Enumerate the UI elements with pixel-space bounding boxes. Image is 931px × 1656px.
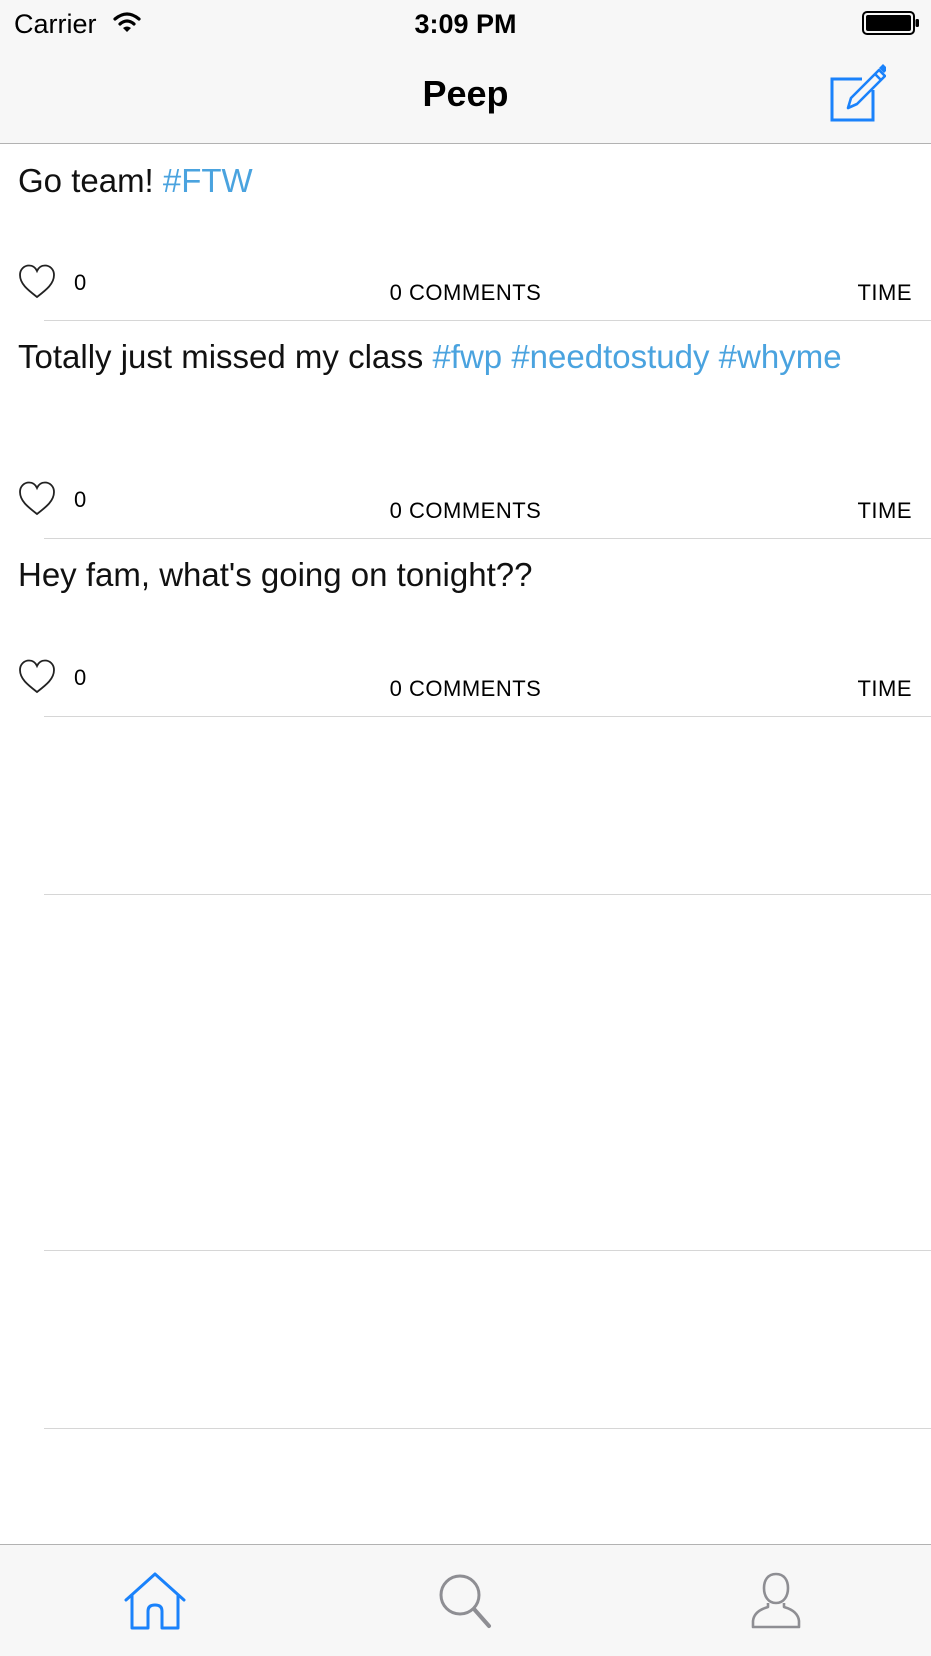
post-item[interactable]: Totally just missed my class #fwp #needt… xyxy=(0,321,931,539)
post-time: TIME xyxy=(857,676,912,701)
post-body: Hey fam, what's going on tonight?? xyxy=(18,556,533,593)
post-body: Go team! xyxy=(18,162,163,199)
compose-button[interactable] xyxy=(826,64,888,126)
empty-row xyxy=(0,895,931,1251)
peep-feed-screen: Carrier 3:09 PM Peep Go team! #FTW 0 0 C… xyxy=(0,0,931,1656)
tab-search[interactable] xyxy=(434,1571,498,1631)
post-body: Totally just missed my class xyxy=(18,338,433,375)
comments-link[interactable]: 0 COMMENTS xyxy=(0,280,931,306)
post-text: Go team! #FTW xyxy=(18,160,913,202)
tab-profile[interactable] xyxy=(744,1571,808,1631)
page-title: Peep xyxy=(422,73,509,114)
hashtag-link[interactable]: #needtostudy xyxy=(511,338,709,375)
empty-row xyxy=(0,1251,931,1429)
status-time: 3:09 PM xyxy=(414,9,517,39)
home-icon xyxy=(124,1572,186,1630)
hashtag-link[interactable]: #whyme xyxy=(719,338,842,375)
status-bar: Carrier 3:09 PM xyxy=(0,0,931,48)
hashtag-link[interactable]: #fwp xyxy=(432,338,502,375)
empty-row xyxy=(0,717,931,895)
row-separator xyxy=(44,1428,931,1429)
navigation-bar: Peep xyxy=(0,48,931,144)
comments-link[interactable]: 0 COMMENTS xyxy=(0,498,931,524)
search-icon xyxy=(439,1574,491,1628)
comments-link[interactable]: 0 COMMENTS xyxy=(0,676,931,702)
tab-bar xyxy=(0,1544,931,1656)
post-time: TIME xyxy=(857,280,912,305)
compose-icon xyxy=(830,64,888,122)
post-item[interactable]: Go team! #FTW 0 0 COMMENTS TIME xyxy=(0,144,931,321)
post-feed[interactable]: Go team! #FTW 0 0 COMMENTS TIME Totally … xyxy=(0,144,931,1429)
post-text: Totally just missed my class #fwp #needt… xyxy=(18,336,913,378)
post-time: TIME xyxy=(857,498,912,523)
battery-icon xyxy=(862,11,920,35)
profile-icon xyxy=(751,1572,801,1629)
post-item[interactable]: Hey fam, what's going on tonight?? 0 0 C… xyxy=(0,539,931,717)
post-text: Hey fam, what's going on tonight?? xyxy=(18,554,913,596)
hashtag-link[interactable]: #FTW xyxy=(163,162,253,199)
tab-home[interactable] xyxy=(123,1571,187,1631)
